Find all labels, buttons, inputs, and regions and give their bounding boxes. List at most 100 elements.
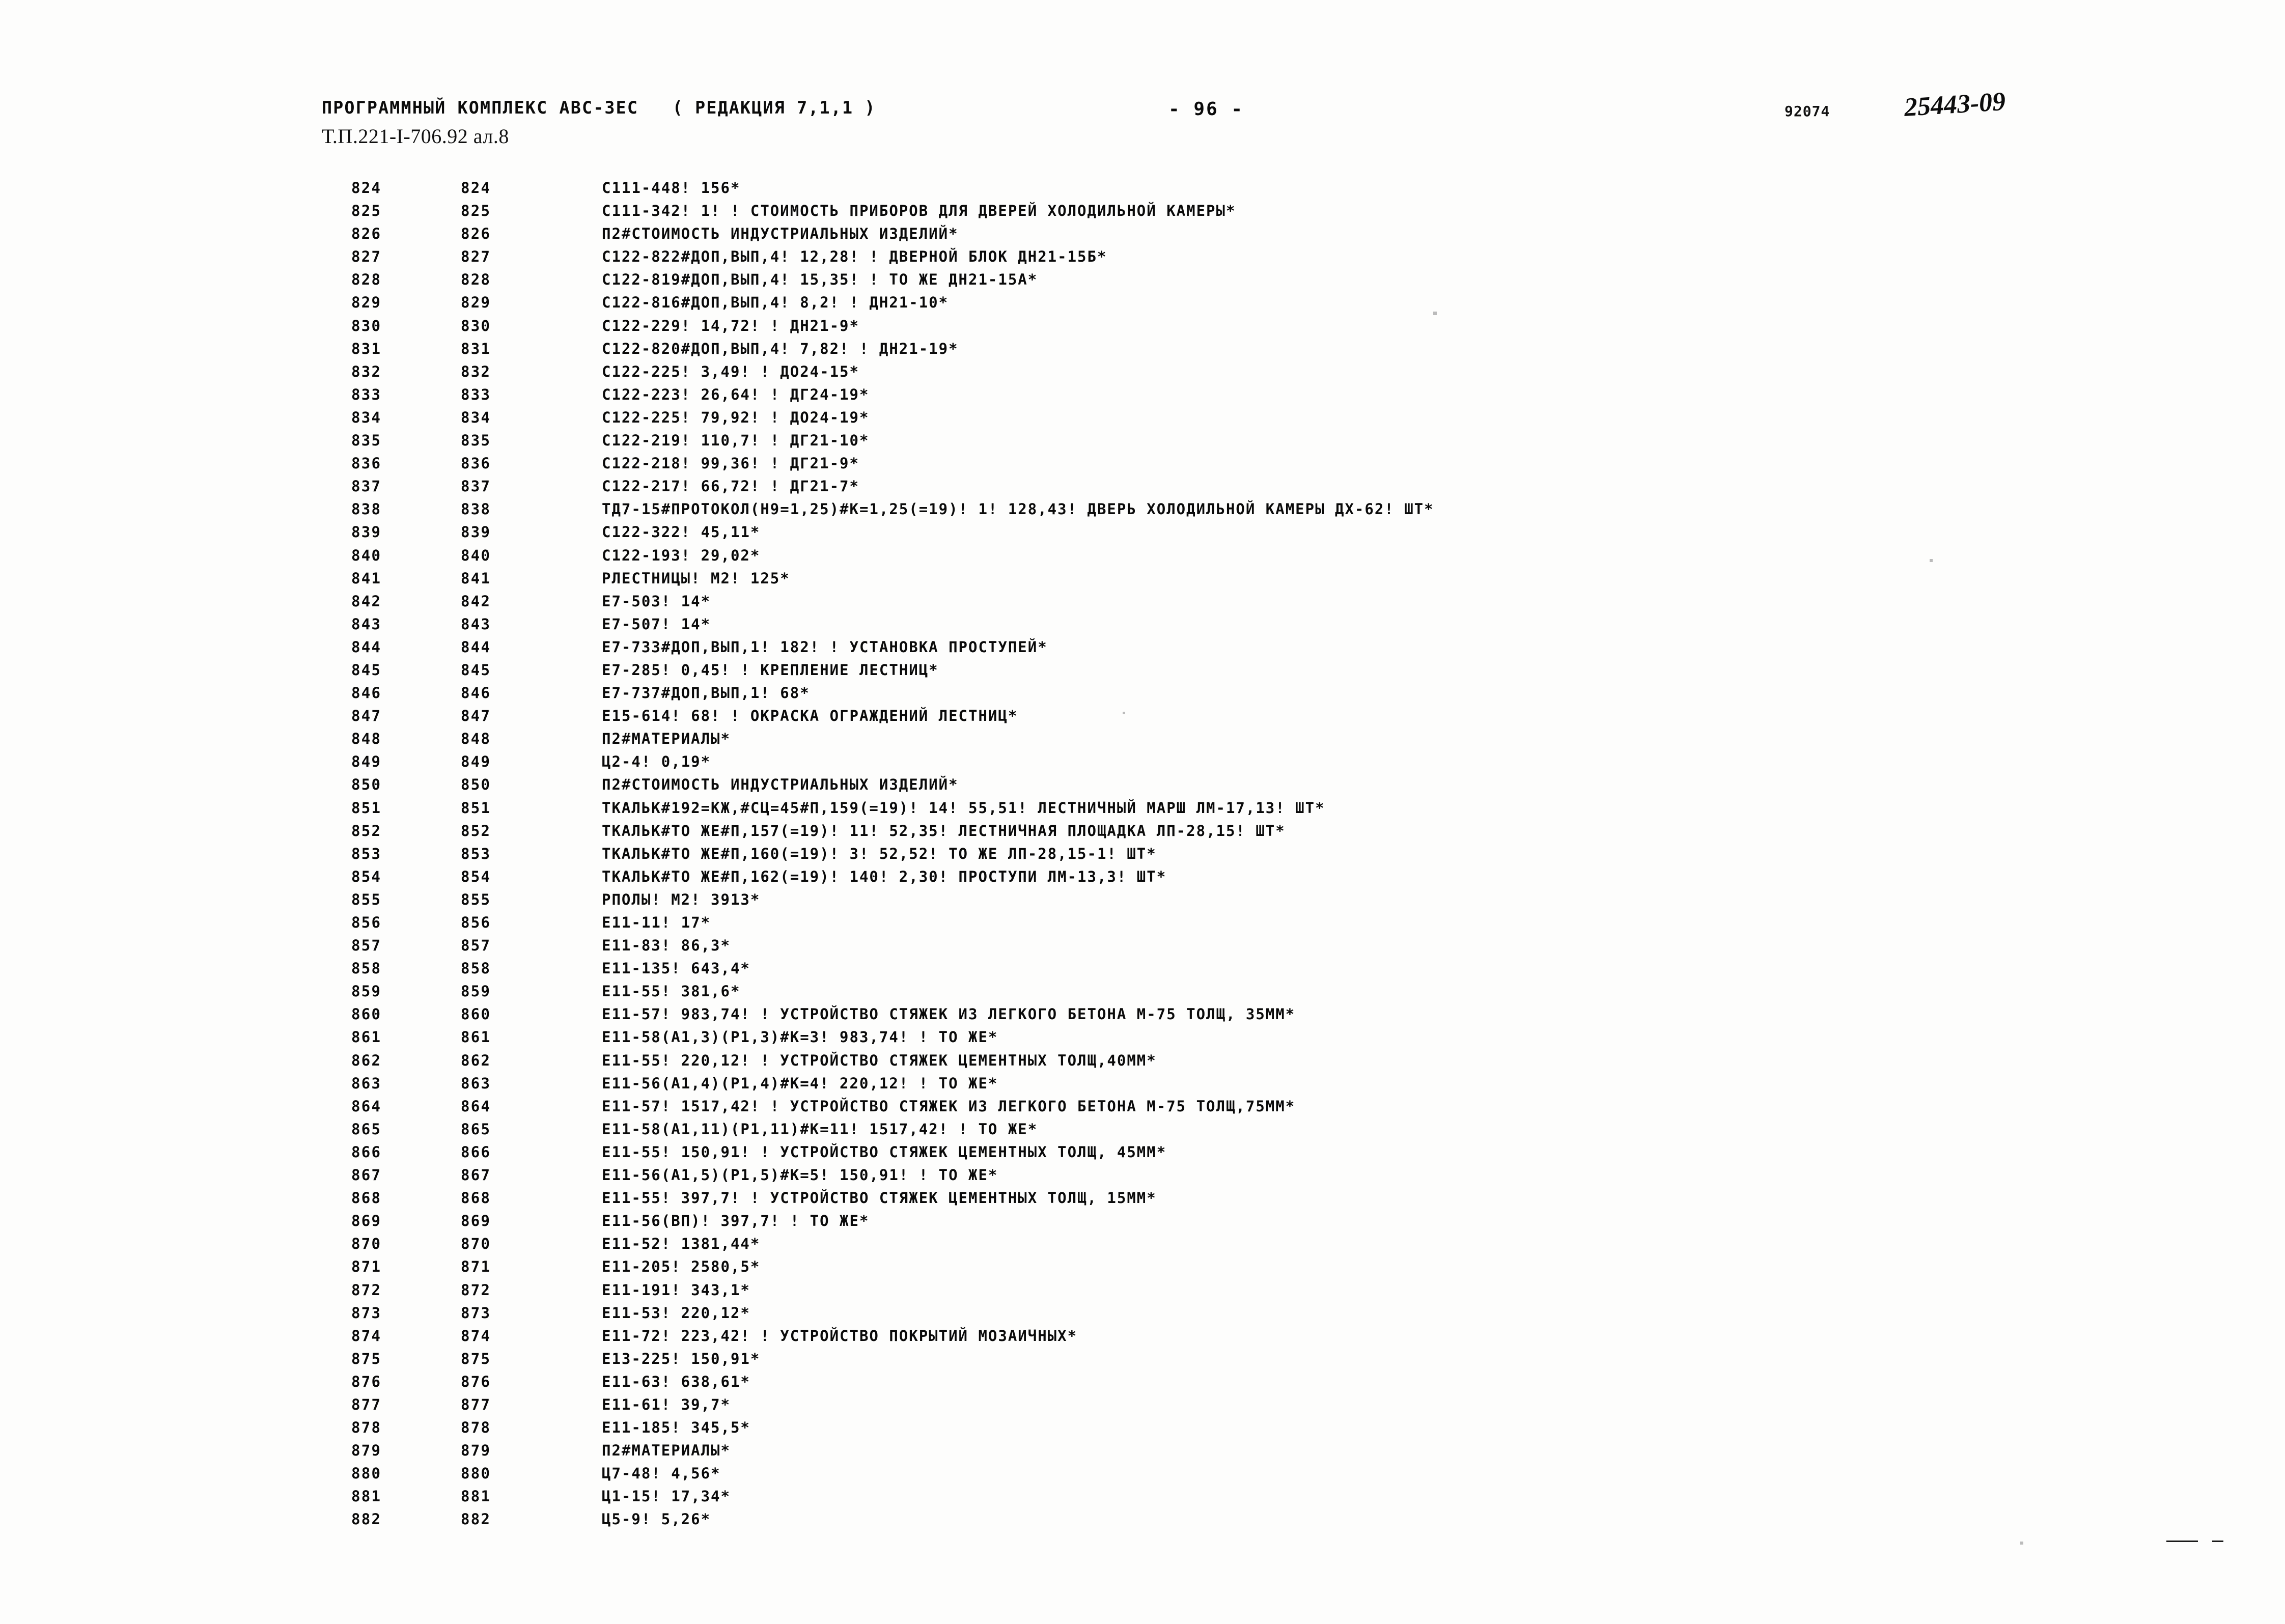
line-number-left: 835 — [351, 432, 382, 450]
scan-speck — [1433, 312, 1437, 315]
table-row: 871 871 Е11-205! 2580,5* — [0, 1258, 2285, 1281]
table-row: 829 829 С122-816#ДОП,ВЫП,4! 8,2! ! ДН21-10… — [0, 294, 2285, 317]
listing-statement: Ц7-48! 4,56* — [602, 1465, 721, 1482]
line-number-left: 849 — [351, 753, 382, 771]
line-number-right: 865 — [461, 1120, 491, 1138]
line-number-right: 879 — [461, 1442, 491, 1460]
line-number-left: 873 — [351, 1304, 382, 1322]
line-number-left: 881 — [351, 1488, 382, 1505]
document-reference: Т.П.221-I-706.92 ал.8 — [322, 125, 509, 148]
table-row: 840 840 С122-193! 29,02* — [0, 547, 2285, 570]
listing-statement: Е11-52! 1381,44* — [602, 1235, 761, 1253]
line-number-left: 825 — [351, 202, 382, 220]
line-number-left: 841 — [351, 569, 382, 587]
listing-statement: ТД7-15#ПРОТОКОЛ(Н9=1,25)#К=1,25(=19)! 1!… — [602, 500, 1434, 518]
table-row: 862 862 Е11-55! 220,12! ! УСТРОЙСТВО СТЯЖЕ… — [0, 1052, 2285, 1075]
listing-statement: Е11-57! 1517,42! ! УСТРОЙСТВО СТЯЖЕК ИЗ … — [602, 1097, 1296, 1115]
line-number-left: 879 — [351, 1442, 382, 1460]
table-row: 824 824 С111-448! 156* — [0, 179, 2285, 202]
line-number-left: 850 — [351, 776, 382, 794]
listing-statement: Е11-58(А1,3)(Р1,3)#К=3! 983,74! ! ТО ЖЕ* — [602, 1028, 998, 1046]
listing-statement: С122-217! 66,72! ! ДГ21-7* — [602, 478, 859, 495]
table-row: 856 856 Е11-11! 17* — [0, 914, 2285, 937]
table-row: 847 847 Е15-614! 68! ! ОКРАСКА ОГРАЖДЕНИЙ … — [0, 707, 2285, 730]
line-number-right: 852 — [461, 822, 491, 839]
line-number-left: 878 — [351, 1419, 382, 1437]
listing-statement: Е11-205! 2580,5* — [602, 1258, 761, 1276]
line-number-right: 834 — [461, 408, 491, 426]
line-number-right: 864 — [461, 1097, 491, 1115]
line-number-right: 824 — [461, 179, 491, 197]
table-row: 863 863 Е11-56(А1,4)(Р1,4)#К=4! 220,12! ! … — [0, 1075, 2285, 1098]
line-number-left: 875 — [351, 1350, 382, 1367]
table-row: 878 878 Е11-185! 345,5* — [0, 1419, 2285, 1442]
listing-statement: Е11-83! 86,3* — [602, 937, 731, 955]
line-number-left: 844 — [351, 638, 382, 656]
table-row: 876 876 Е11-63! 638,61* — [0, 1373, 2285, 1396]
scan-speck — [1930, 559, 1933, 562]
line-number-left: 880 — [351, 1465, 382, 1482]
line-number-right: 845 — [461, 661, 491, 679]
listing-statement: Е7-285! 0,45! ! КРЕПЛЕНИЕ ЛЕСТНИЦ* — [602, 661, 939, 679]
listing-statement: С122-223! 26,64! ! ДГ24-19* — [602, 385, 870, 403]
line-number-right: 876 — [461, 1373, 491, 1390]
line-number-left: 842 — [351, 592, 382, 610]
table-row: 851 851 ТКАЛЬК#192=КЖ,#СЦ=45#П,159(=19)! 1… — [0, 799, 2285, 822]
table-row: 836 836 С122-218! 99,36! ! ДГ21-9* — [0, 455, 2285, 478]
line-number-left: 860 — [351, 1005, 382, 1023]
table-row: 855 855 РПОЛЫ! М2! 3913* — [0, 891, 2285, 914]
line-number-right: 869 — [461, 1212, 491, 1230]
table-row: 853 853 ТКАЛЬК#ТО ЖЕ#П,160(=19)! 3! 52,52!… — [0, 845, 2285, 868]
program-title: ПРОГРАММНЫЙ КОМПЛЕКС АВС-ЗЕС ( РЕДАКЦИЯ … — [322, 98, 876, 118]
table-row: 827 827 С122-822#ДОП,ВЫП,4! 12,28! ! ДВЕРН… — [0, 248, 2285, 271]
table-row: 881 881 Ц1-15! 17,34* — [0, 1488, 2285, 1510]
scan-speck — [2020, 1542, 2023, 1545]
line-number-right: 874 — [461, 1327, 491, 1345]
line-number-right: 862 — [461, 1051, 491, 1069]
line-number-right: 878 — [461, 1419, 491, 1437]
listing-statement: Е11-58(А1,11)(Р1,11)#К=11! 1517,42! ! ТО… — [602, 1120, 1038, 1138]
table-row: 842 842 Е7-503! 14* — [0, 593, 2285, 615]
table-row: 844 844 Е7-733#ДОП,ВЫП,1! 182! ! УСТАНОВКА… — [0, 638, 2285, 661]
listing-statement: С122-218! 99,36! ! ДГ21-9* — [602, 455, 859, 472]
line-number-left: 852 — [351, 822, 382, 839]
line-number-left: 856 — [351, 914, 382, 931]
line-number-right: 873 — [461, 1304, 491, 1322]
line-number-left: 874 — [351, 1327, 382, 1345]
line-number-right: 836 — [461, 455, 491, 472]
line-number-left: 840 — [351, 546, 382, 564]
line-number-right: 860 — [461, 1005, 491, 1023]
line-number-left: 846 — [351, 684, 382, 702]
line-number-left: 843 — [351, 615, 382, 633]
listing-statement: П2#СТОИМОСТЬ ИНДУСТРИАЛЬНЫХ ИЗДЕЛИЙ* — [602, 776, 959, 794]
listing-statement: Е11-185! 345,5* — [602, 1419, 750, 1437]
listing-statement: Е11-63! 638,61* — [602, 1373, 750, 1390]
line-number-right: 851 — [461, 799, 491, 817]
line-number-left: 862 — [351, 1051, 382, 1069]
listing-statement: Е11-55! 381,6* — [602, 983, 741, 1000]
listing-statement: Е11-72! 223,42! ! УСТРОЙСТВО ПОКРЫТИЙ МО… — [602, 1327, 1078, 1345]
table-row: 859 859 Е11-55! 381,6* — [0, 983, 2285, 1005]
table-row: 843 843 Е7-507! 14* — [0, 615, 2285, 638]
table-row: 828 828 С122-819#ДОП,ВЫП,4! 15,35! ! ТО ЖЕ… — [0, 271, 2285, 294]
table-row: 868 868 Е11-55! 397,7! ! УСТРОЙСТВО СТЯЖЕК… — [0, 1189, 2285, 1212]
line-number-right: 863 — [461, 1074, 491, 1092]
line-number-right: 837 — [461, 478, 491, 495]
table-row: 854 854 ТКАЛЬК#ТО ЖЕ#П,162(=19)! 140! 2,30… — [0, 868, 2285, 891]
line-number-left: 870 — [351, 1235, 382, 1253]
table-row: 882 882 Ц5-9! 5,26* — [0, 1510, 2285, 1533]
line-number-right: 859 — [461, 983, 491, 1000]
line-number-left: 833 — [351, 385, 382, 403]
table-row: 864 864 Е11-57! 1517,42! ! УСТРОЙСТВО СТЯЖ… — [0, 1098, 2285, 1121]
line-number-left: 831 — [351, 340, 382, 357]
line-number-right: 858 — [461, 960, 491, 977]
line-number-right: 842 — [461, 592, 491, 610]
table-row: 858 858 Е11-135! 643,4* — [0, 960, 2285, 983]
table-row: 834 834 С122-225! 79,92! ! ДО24-19* — [0, 409, 2285, 432]
listing-statement: ТКАЛЬК#ТО ЖЕ#П,160(=19)! 3! 52,52! ТО ЖЕ… — [602, 845, 1157, 862]
listing-statement: Е11-135! 643,4* — [602, 960, 750, 977]
listing-statement: Ц1-15! 17,34* — [602, 1488, 731, 1505]
line-number-left: 824 — [351, 179, 382, 197]
line-number-left: 864 — [351, 1097, 382, 1115]
line-number-left: 877 — [351, 1395, 382, 1413]
